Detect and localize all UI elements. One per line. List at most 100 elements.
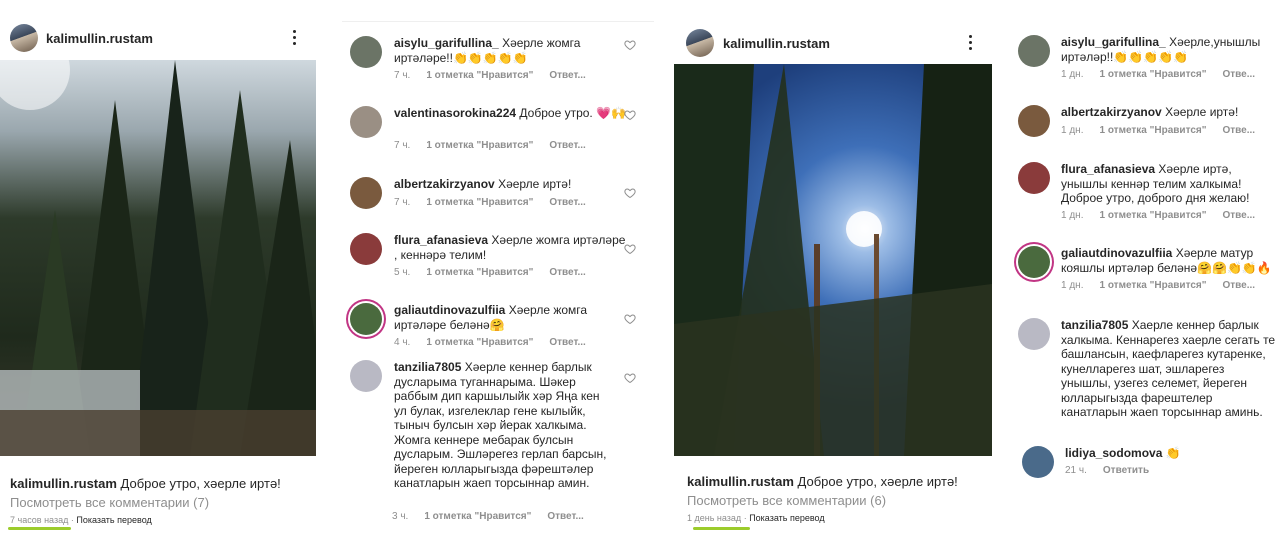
comment-time: 4 ч. xyxy=(394,337,411,348)
avatar[interactable] xyxy=(1018,105,1050,137)
reply-button[interactable]: Ответ... xyxy=(549,197,585,208)
comment-username[interactable]: albertzakirzyanov xyxy=(1061,105,1162,119)
post-header: kalimullin.rustam xyxy=(0,22,318,54)
comment-time: 7 ч. xyxy=(394,197,411,208)
comment-body: tanzilia7805 Хаерле кеннер барлык халкым… xyxy=(1061,318,1276,420)
comment-time: 1 дн. xyxy=(1061,69,1084,80)
comment-meta: 1 дн. 1 отметка "Нравится" Отве... xyxy=(1061,280,1271,291)
post-panel-2: kalimullin.rustam kalimullin.rustam Добр… xyxy=(674,0,994,543)
comment-username[interactable]: lidiya_sodomova xyxy=(1065,446,1162,460)
comment-username[interactable]: aisylu_garifullina_ xyxy=(394,36,499,50)
comment-body: flura_afanasieva Хәерле жомга иртәләре ,… xyxy=(394,233,626,262)
avatar[interactable] xyxy=(350,106,382,138)
heart-icon[interactable] xyxy=(624,186,636,199)
reply-button[interactable]: Ответ... xyxy=(549,337,585,348)
comment-username[interactable]: galiautdinovazulfiia xyxy=(394,303,505,317)
heart-icon[interactable] xyxy=(624,242,636,255)
highlight-underline xyxy=(8,527,71,530)
avatar[interactable] xyxy=(350,303,382,335)
show-translation-link[interactable]: Показать перевод xyxy=(76,515,151,525)
comment-likes[interactable]: 1 отметка "Нравится" xyxy=(424,511,531,522)
reply-button[interactable]: Отве... xyxy=(1222,280,1255,291)
avatar[interactable] xyxy=(1022,446,1054,478)
comment-body: tanzilia7805 Хәерле кеннер барлык дуслар… xyxy=(394,360,610,491)
comment-username[interactable]: flura_afanasieva xyxy=(394,233,488,247)
avatar[interactable] xyxy=(1018,162,1050,194)
comment-likes[interactable]: 1 отметка "Нравится" xyxy=(426,70,533,81)
caption-username[interactable]: kalimullin.rustam xyxy=(687,474,794,489)
more-options-icon[interactable] xyxy=(287,30,301,46)
reply-button[interactable]: Отве... xyxy=(1222,210,1255,221)
more-options-icon[interactable] xyxy=(963,35,977,51)
comment-body: aisylu_garifullina_ Хәерле жомга иртәләр… xyxy=(394,36,626,65)
reply-button[interactable]: Ответ... xyxy=(549,70,585,81)
avatar[interactable] xyxy=(1018,35,1050,67)
comment-meta: 1 дн. 1 отметка "Нравится" Отве... xyxy=(1061,69,1271,80)
caption-text: Доброе утро, хәерле иртә! xyxy=(797,474,958,489)
comment-time: 1 дн. xyxy=(1061,280,1084,291)
comment-username[interactable]: galiautdinovazulfiia xyxy=(1061,246,1172,260)
comment-username[interactable]: valentinasorokina224 xyxy=(394,106,516,120)
post-photo[interactable] xyxy=(674,64,992,456)
post-time: 1 день назад xyxy=(687,513,742,523)
reply-button[interactable]: Ответ... xyxy=(549,267,585,278)
heart-icon[interactable] xyxy=(624,38,636,51)
comments-panel-2: aisylu_garifullina_ Хәерле,унышлы иртәлә… xyxy=(1008,0,1280,543)
comment-likes[interactable]: 1 отметка "Нравится" xyxy=(426,267,533,278)
avatar[interactable] xyxy=(350,360,382,392)
comment-body: albertzakirzyanov Хәерле иртә! xyxy=(1061,105,1276,120)
reply-button[interactable]: Отве... xyxy=(1222,125,1255,136)
comment-text: Хәерле кеннер барлык дусларыма туганнары… xyxy=(394,360,607,490)
caption-username[interactable]: kalimullin.rustam xyxy=(10,476,117,491)
comment-username[interactable]: tanzilia7805 xyxy=(394,360,461,374)
comment-meta: 1 дн. 1 отметка "Нравится" Отве... xyxy=(1061,125,1271,136)
comments-panel-1: aisylu_garifullina_ Хәерле жомга иртәләр… xyxy=(338,0,654,543)
comment-likes[interactable]: 1 отметка "Нравится" xyxy=(426,337,533,348)
comment-meta: 4 ч. 1 отметка "Нравится" Ответ... xyxy=(394,337,602,348)
post-caption: kalimullin.rustam Доброе утро, хәерле ир… xyxy=(687,473,958,490)
heart-icon[interactable] xyxy=(624,312,636,325)
post-username[interactable]: kalimullin.rustam xyxy=(723,36,830,51)
avatar[interactable] xyxy=(1018,246,1050,278)
comment-username[interactable]: aisylu_garifullina_ xyxy=(1061,35,1166,49)
comment-likes[interactable]: 1 отметка "Нравится" xyxy=(1099,280,1206,291)
comment-meta: 7 ч. 1 отметка "Нравится" Ответ... xyxy=(394,140,602,151)
avatar[interactable] xyxy=(350,233,382,265)
comment-time: 7 ч. xyxy=(394,70,411,81)
avatar[interactable] xyxy=(1018,318,1050,350)
comment-body: galiautdinovazulfiia Хәерле жомга иртәлә… xyxy=(394,303,626,332)
comment-meta: 5 ч. 1 отметка "Нравится" Ответ... xyxy=(394,267,602,278)
post-photo[interactable] xyxy=(0,60,316,456)
comment-text: Доброе утро. 💗🙌 xyxy=(519,106,626,120)
view-all-comments-link[interactable]: Посмотреть все комментарии (6) xyxy=(687,493,886,508)
comment-body: flura_afanasieva Хәерле иртә, унышлы кен… xyxy=(1061,162,1276,206)
comment-body: albertzakirzyanov Хәерле иртә! xyxy=(394,177,626,192)
avatar[interactable] xyxy=(686,29,714,57)
show-translation-link[interactable]: Показать перевод xyxy=(749,513,824,523)
avatar[interactable] xyxy=(10,24,38,52)
comment-likes[interactable]: 1 отметка "Нравится" xyxy=(1099,125,1206,136)
heart-icon[interactable] xyxy=(624,371,636,384)
comment-meta: 7 ч. 1 отметка "Нравится" Ответ... xyxy=(394,197,602,208)
reply-button[interactable]: Ответ... xyxy=(549,140,585,151)
comment-likes[interactable]: 1 отметка "Нравится" xyxy=(426,197,533,208)
reply-button[interactable]: Отве... xyxy=(1222,69,1255,80)
comment-username[interactable]: albertzakirzyanov xyxy=(394,177,495,191)
reply-button[interactable]: Ответить xyxy=(1103,465,1149,476)
heart-icon[interactable] xyxy=(624,108,636,121)
post-username[interactable]: kalimullin.rustam xyxy=(46,31,153,46)
divider xyxy=(342,21,654,22)
comment-meta: 1 дн. 1 отметка "Нравится" Отве... xyxy=(1061,210,1271,221)
view-all-comments-link[interactable]: Посмотреть все комментарии (7) xyxy=(10,495,209,510)
comment-username[interactable]: flura_afanasieva xyxy=(1061,162,1155,176)
comment-likes[interactable]: 1 отметка "Нравится" xyxy=(426,140,533,151)
comment-likes[interactable]: 1 отметка "Нравится" xyxy=(1099,69,1206,80)
comment-username[interactable]: tanzilia7805 xyxy=(1061,318,1128,332)
reply-button[interactable]: Ответ... xyxy=(547,511,583,522)
avatar[interactable] xyxy=(350,177,382,209)
comment-likes[interactable]: 1 отметка "Нравится" xyxy=(1099,210,1206,221)
comment-body: aisylu_garifullina_ Хәерле,унышлы иртәлә… xyxy=(1061,35,1276,64)
avatar[interactable] xyxy=(350,36,382,68)
comment-text: Хаерле кеннер барлык халкыма. Кеннарегез… xyxy=(1061,318,1276,419)
comment-meta: 3 ч. 1 отметка "Нравится" Ответ... xyxy=(392,511,600,522)
